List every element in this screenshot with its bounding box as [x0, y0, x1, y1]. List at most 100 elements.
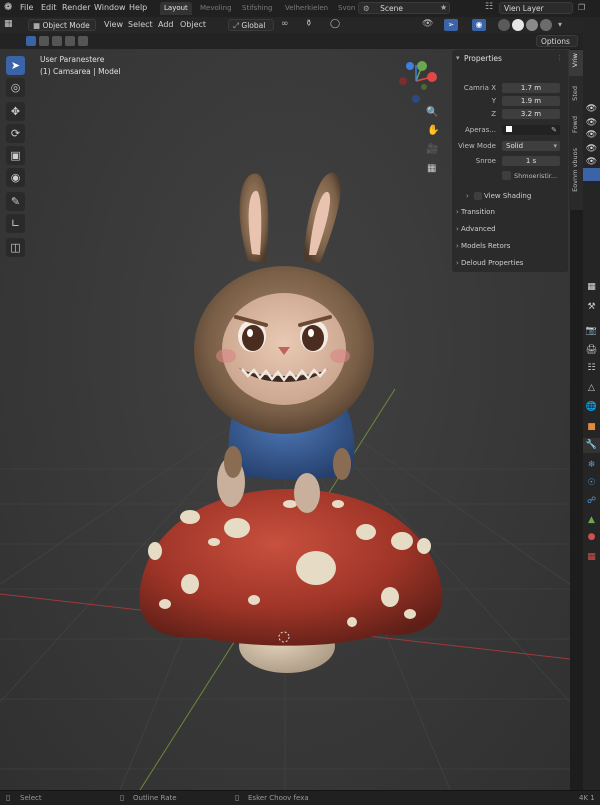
selected-outliner-row[interactable] [583, 168, 600, 181]
view-shading-checkbox[interactable] [474, 192, 482, 200]
z-label: Z [491, 110, 496, 118]
transform-orientation-dropdown[interactable]: ⤢ Global [228, 19, 274, 31]
menu-help[interactable]: Help [129, 3, 147, 12]
section-transition[interactable]: › Transition [452, 205, 568, 220]
solid-shading-icon[interactable] [512, 19, 524, 31]
select-box-tool-icon[interactable]: ➤ [6, 56, 25, 75]
material-shading-icon[interactable] [526, 19, 538, 31]
overlay-toggle-icon[interactable]: ◉ [472, 19, 486, 31]
tab-layout[interactable]: Layout [160, 2, 192, 15]
navigation-gizmo[interactable] [392, 57, 442, 105]
pivot-icon[interactable]: ∞ [281, 19, 289, 29]
grid-perspective-icon[interactable]: ▦ [427, 163, 436, 174]
viewport-object-info: (1) Camsarea | Model [40, 67, 121, 76]
world-icon[interactable]: 🌐 [585, 402, 598, 413]
data-icon[interactable]: ▲ [585, 515, 598, 526]
mode-dropdown[interactable]: ■ Object Mode [28, 19, 96, 31]
annotate-tool-icon[interactable]: ✎ [6, 192, 25, 211]
menu-select[interactable]: Select [128, 20, 153, 29]
menu-file[interactable]: File [20, 3, 33, 12]
select-mode-extend-icon[interactable] [39, 36, 49, 46]
menu-edit[interactable]: Edit [41, 3, 57, 12]
tab-modeling[interactable]: Mevoling [196, 2, 236, 15]
visibility-icon[interactable]: 👁 [422, 19, 433, 29]
scale-tool-icon[interactable]: ▣ [6, 146, 25, 165]
select-mode-subtract-icon[interactable] [52, 36, 62, 46]
tab-sculpting[interactable]: Stifshing [238, 2, 277, 15]
move-tool-icon[interactable]: ✥ [6, 102, 25, 121]
object-props-icon[interactable]: ■ [585, 422, 598, 433]
tab-tool-label[interactable]: Sted [571, 86, 579, 101]
blender-logo-icon[interactable]: ❁ [4, 2, 12, 13]
section-deloud-properties[interactable]: › Deloud Properties [452, 256, 568, 271]
z-field[interactable]: 3.2 m [502, 109, 560, 119]
eye-icon[interactable]: 👁 [585, 157, 598, 168]
shading-dropdown-icon[interactable]: ▾ [558, 20, 562, 29]
y-field[interactable]: 1.9 m [502, 96, 560, 106]
smooth-checkbox[interactable] [502, 171, 511, 180]
texture-icon[interactable]: ▦ [585, 552, 598, 563]
material-icon[interactable]: ● [585, 532, 598, 543]
camera-icon[interactable]: 🎥 [426, 144, 438, 155]
select-mode-invert-icon[interactable] [65, 36, 75, 46]
proportional-edit-icon[interactable]: ◯ [330, 19, 340, 29]
menu-add[interactable]: Add [158, 20, 174, 29]
shade-field[interactable]: 1 s [502, 156, 560, 166]
menu-view[interactable]: View [104, 20, 123, 29]
menu-render[interactable]: Render [62, 3, 90, 12]
gizmo-toggle-icon[interactable]: ➢ [444, 19, 458, 31]
duplicate-icon[interactable]: ❐ [578, 3, 585, 12]
shading-controls: ➢ ◉ ▾ [440, 17, 583, 33]
select-mode-intersect-icon[interactable] [78, 36, 88, 46]
modifier-wrench-icon[interactable]: 🔧 [585, 440, 598, 451]
view-layer-selector[interactable]: Vien Layer [499, 2, 573, 14]
constraints-icon[interactable]: ☍ [585, 496, 598, 507]
particles-icon[interactable]: ❄ [585, 460, 598, 471]
editor-type-icon[interactable]: ▦ [4, 19, 13, 29]
color-picker-field[interactable]: ✎ [502, 125, 560, 135]
menu-object[interactable]: Object [180, 20, 206, 29]
menu-window[interactable]: Window [94, 3, 126, 12]
tab-extra-label[interactable]: Eovnm vbuos [571, 148, 579, 192]
transform-tool-icon[interactable]: ◉ [6, 168, 25, 187]
scene-selector[interactable]: ⚙ Scene [358, 2, 450, 14]
pan-hand-icon[interactable]: ✋ [427, 125, 439, 136]
drag-handle-icon[interactable]: ⋮ [556, 54, 563, 62]
tool-settings-icon[interactable]: ⚒ [585, 302, 598, 313]
chevron-right-icon[interactable]: › [466, 192, 469, 200]
view-mode-dropdown[interactable]: Solid ▾ [502, 141, 560, 151]
options-dropdown[interactable]: Options ▾ [536, 35, 578, 58]
eye-icon[interactable]: 👁 [585, 118, 598, 129]
tab-item-label[interactable]: Fowd [571, 116, 579, 133]
collapse-chevron-icon[interactable]: ▾ [456, 54, 460, 62]
rendered-shading-icon[interactable] [540, 19, 552, 31]
tab-uv-editing[interactable]: Velherkielen [281, 2, 332, 15]
eye-icon[interactable]: 👁 [585, 144, 598, 155]
measure-tool-icon[interactable]: ∟ [6, 214, 25, 233]
render-icon[interactable]: 📷 [585, 326, 598, 337]
snap-icon[interactable]: ⚱ [305, 19, 313, 29]
pin-icon[interactable]: ★ [440, 3, 447, 12]
editor-type-icon[interactable]: ▦ [585, 282, 598, 293]
camera-x-field[interactable]: 1.7 m [502, 83, 560, 93]
zoom-icon[interactable]: 🔍 [426, 107, 438, 118]
aperture-label: Aperas... [464, 126, 496, 134]
camera-x-label: Camria X [463, 84, 496, 92]
eyedropper-icon[interactable]: ✎ [551, 125, 557, 135]
tab-view[interactable]: Vriw [569, 50, 583, 76]
tab-more[interactable]: Svon [334, 2, 359, 15]
rotate-tool-icon[interactable]: ⟳ [6, 124, 25, 143]
eye-icon[interactable]: 👁 [585, 104, 598, 115]
cursor-tool-icon[interactable]: ◎ [6, 78, 25, 97]
eye-icon[interactable]: 👁 [585, 130, 598, 141]
section-models-retors[interactable]: › Models Retors [452, 239, 568, 254]
output-icon[interactable]: 🖨 [585, 345, 598, 356]
scene-props-icon[interactable]: △ [585, 383, 598, 394]
add-cube-tool-icon[interactable]: ◫ [6, 238, 25, 257]
section-advanced[interactable]: › Advanced [452, 222, 568, 237]
left-eye-highlight [247, 329, 253, 337]
view-layer-icon[interactable]: ☷ [585, 363, 598, 374]
physics-icon[interactable]: ☉ [585, 478, 598, 489]
wireframe-shading-icon[interactable] [498, 19, 510, 31]
select-mode-new-icon[interactable] [26, 36, 36, 46]
